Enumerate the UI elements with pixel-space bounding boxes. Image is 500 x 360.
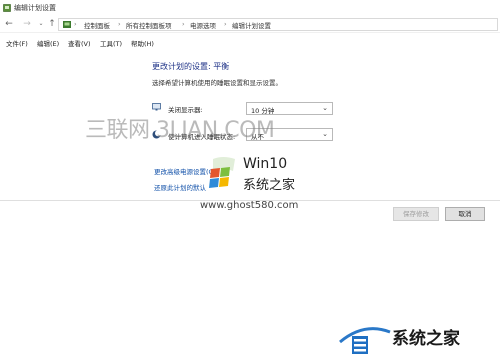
cancel-button[interactable]: 取消 bbox=[445, 207, 485, 221]
breadcrumb-edit-plan[interactable]: 编辑计划设置 bbox=[232, 20, 271, 30]
menu-tools[interactable]: 工具(T) bbox=[100, 38, 122, 48]
forward-button[interactable]: → bbox=[22, 19, 32, 29]
menu-file[interactable]: 文件(F) bbox=[6, 38, 28, 48]
breadcrumb-separator: › bbox=[224, 20, 227, 28]
breadcrumb-separator: › bbox=[182, 20, 185, 28]
monitor-icon bbox=[152, 103, 161, 111]
breadcrumb-control-panel[interactable]: 控制面板 bbox=[84, 20, 110, 30]
restore-defaults-link[interactable]: 还原此计划的默认 bbox=[154, 182, 206, 192]
window-title: 编辑计划设置 bbox=[14, 4, 56, 12]
control-panel-icon bbox=[63, 21, 71, 28]
watermark-win10: Win10 bbox=[243, 156, 288, 172]
breadcrumb-all-items[interactable]: 所有控制面板项 bbox=[126, 20, 172, 30]
breadcrumb-separator: › bbox=[118, 20, 121, 28]
breadcrumb-separator: › bbox=[74, 20, 77, 28]
power-plan-icon bbox=[3, 4, 11, 12]
menu-view[interactable]: 查看(V) bbox=[68, 38, 91, 48]
address-bar[interactable] bbox=[58, 18, 498, 31]
menu-edit[interactable]: 编辑(E) bbox=[37, 38, 59, 48]
watermark-xitong: 系统之家 bbox=[243, 178, 296, 193]
title-bar bbox=[0, 0, 500, 16]
chevron-down-icon: ⌄ bbox=[322, 130, 328, 138]
brand-logo-icon bbox=[339, 327, 391, 354]
save-changes-button[interactable]: 保存修改 bbox=[393, 207, 439, 221]
watermark-brand: 系统之家 bbox=[392, 329, 460, 349]
page-heading: 更改计划的设置: 平衡 bbox=[152, 62, 230, 71]
page-description: 选择希望计算机使用的睡眠设置和显示设置。 bbox=[152, 79, 282, 87]
back-button[interactable]: ← bbox=[4, 19, 14, 29]
watermark-3lian: 三联网 3LIAN.COM bbox=[85, 118, 275, 143]
menu-help[interactable]: 帮助(H) bbox=[131, 38, 154, 48]
windows-logo-icon bbox=[209, 157, 235, 188]
up-button[interactable]: ↑ bbox=[47, 19, 57, 29]
chevron-down-icon: ⌄ bbox=[322, 104, 328, 112]
watermark-url: www.ghost580.com bbox=[200, 200, 299, 211]
breadcrumb-power-options[interactable]: 电源选项 bbox=[190, 20, 216, 30]
recent-locations-button[interactable]: ⌄ bbox=[36, 19, 46, 29]
